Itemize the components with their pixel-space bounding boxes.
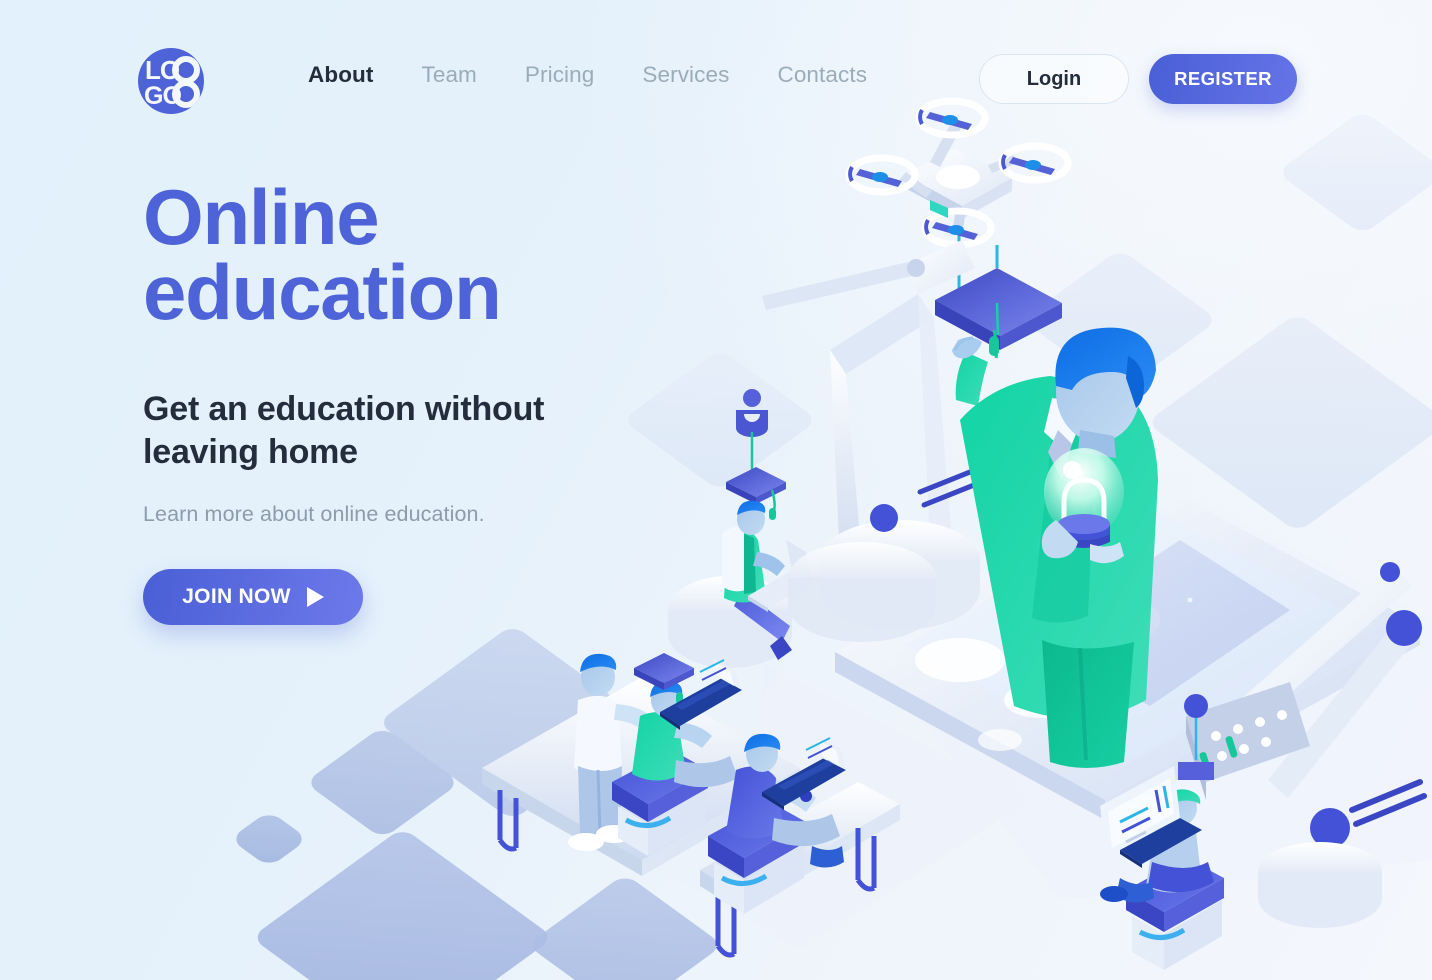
background-diamond [1145, 312, 1432, 533]
desk-rear [482, 678, 800, 876]
play-triangle-icon [306, 587, 324, 608]
hero-subtitle-line2: leaving home [143, 432, 358, 471]
join-now-label: JOIN NOW [182, 585, 291, 609]
page-title: Online education [143, 178, 763, 331]
laptop-front [762, 736, 846, 810]
background-diamond [377, 624, 648, 821]
nav-item-pricing[interactable]: Pricing [501, 58, 618, 92]
site-header: LO GO About Team Pricing Services Contac… [0, 0, 1432, 170]
laptop-rear [660, 658, 742, 730]
student-standing [568, 653, 652, 851]
hero-subtitle-line1: Get an education without [143, 389, 545, 428]
logo[interactable]: LO GO [138, 48, 204, 114]
desk-front [700, 782, 900, 958]
nav-item-services[interactable]: Services [618, 58, 753, 92]
robot-base-left [788, 542, 936, 642]
student-seated-front [708, 733, 846, 914]
hero-lead-text: Learn more about online education. [143, 502, 485, 527]
student-bottom-right [1100, 766, 1224, 970]
logo-ring-lower [172, 80, 200, 108]
nav-item-about[interactable]: About [284, 58, 397, 92]
background-diamond [229, 810, 309, 868]
join-now-button[interactable]: JOIN NOW [143, 569, 363, 626]
tablet-device [835, 480, 1420, 820]
background-diamond [304, 725, 461, 840]
background-diamond [250, 827, 555, 980]
robotic-arm-right [1178, 562, 1427, 928]
landing-page: LO GO About Team Pricing Services Contac… [0, 0, 1432, 980]
background-diamond [1021, 248, 1219, 392]
register-button[interactable]: REGISTER [1149, 54, 1297, 104]
student-seated-rear [612, 653, 742, 856]
laptop-bottom-right [1100, 766, 1202, 868]
nav-item-team[interactable]: Team [397, 58, 500, 92]
lightbulb [1044, 448, 1124, 548]
header-actions: Login REGISTER [979, 54, 1297, 104]
crane-arm-left [762, 240, 982, 630]
background-diamond [526, 873, 724, 980]
page-title-line2: education [143, 247, 502, 336]
graduation-cap-large [935, 245, 1062, 359]
teacher-character [952, 327, 1158, 768]
login-button[interactable]: Login [979, 54, 1129, 104]
hero-section: Online education Get an education withou… [143, 178, 763, 626]
nav-item-contacts[interactable]: Contacts [753, 58, 891, 92]
hero-subtitle: Get an education without leaving home [143, 388, 603, 474]
main-navigation: About Team Pricing Services Contacts [284, 58, 891, 92]
